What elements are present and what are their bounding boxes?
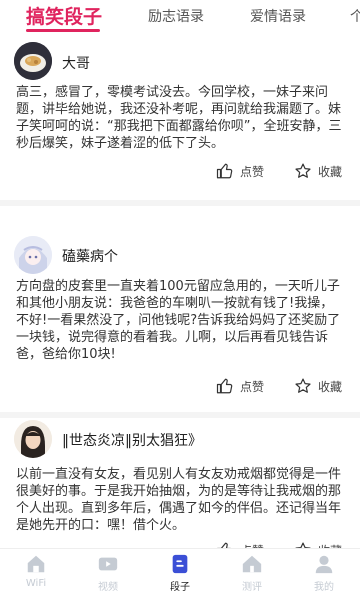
avatar-person-image [14,420,52,458]
favorite-button[interactable]: 收藏 [294,162,342,180]
thumbs-up-icon [216,163,233,179]
person-icon [315,555,333,574]
nav-review[interactable]: 测评 [222,553,282,593]
nav-label: 段子 [170,582,190,593]
nav-label: WiFi [25,578,47,589]
avatar[interactable] [14,236,52,274]
post-author[interactable]: ‖世态炎凉‖别太猖狂》 [62,430,202,450]
post-content: 以前一直没有女友，看见别人有女友劝戒烟都觉得是一件很美好的事。于是我开始抽烟，为… [16,467,342,533]
video-icon [98,557,118,571]
like-button[interactable]: 点赞 [216,377,264,395]
star-icon [295,163,311,178]
nav-wifi[interactable]: WiFi [6,553,66,589]
joke-feed[interactable]: 大哥 高三，感冒了，零模考试没去。今回学校，一妹子来问题，讲毕给她说，我还没补考… [0,34,360,548]
favorite-button[interactable]: 收藏 [294,541,342,548]
star-icon [295,542,311,548]
post-content: 方向盘的皮套里一直夹着100元留应急用的，一天听儿子和其他小朋友说：我爸爸的车喇… [16,279,341,362]
category-tabs: 搞笑段子 励志语录 爱情语录 个 [0,0,360,34]
favorite-button[interactable]: 收藏 [294,377,342,395]
nav-label: 视频 [98,582,118,593]
nav-label: 测评 [242,582,262,593]
like-label: 点赞 [240,379,265,394]
post-card: 大哥 高三，感冒了，零模考试没去。今回学校，一妹子来问题，讲毕给她说，我还没补考… [0,34,360,214]
avatar-anime-image [14,236,52,274]
favorite-label: 收藏 [318,164,343,179]
tab-love-quotes[interactable]: 爱情语录 [250,6,306,26]
tab-funny-jokes[interactable]: 搞笑段子 [26,2,102,29]
nav-label: 我的 [314,582,334,593]
tab-more[interactable]: 个 [350,6,360,26]
document-icon [172,554,188,574]
home-icon [27,555,45,573]
active-tab-indicator [26,29,100,32]
like-button[interactable]: 点赞 [216,162,264,180]
post-author[interactable]: 大哥 [62,53,90,73]
house-icon [242,555,262,573]
thumbs-up-icon [216,378,233,394]
star-icon [295,378,311,393]
post-card: 磕藥病个 方向盘的皮套里一直夹着100元留应急用的，一天听儿子和其他小朋友说：我… [0,206,360,402]
post-card: ‖世态炎凉‖别太猖狂》 以前一直没有女友，看见别人有女友劝戒烟都觉得是一件很美好… [0,418,360,548]
tab-inspirational-quotes[interactable]: 励志语录 [148,6,204,26]
avatar-food-image [14,42,52,80]
thumbs-up-icon [217,542,231,548]
favorite-label: 收藏 [318,379,343,394]
nav-profile[interactable]: 我的 [294,553,354,593]
avatar[interactable] [14,420,52,458]
like-label: 点赞 [240,164,265,179]
post-author[interactable]: 磕藥病个 [62,246,118,266]
post-content: 高三，感冒了，零模考试没去。今回学校，一妹子来问题，讲毕给她说，我还没补考呢，再… [16,85,342,151]
avatar[interactable] [14,42,52,80]
nav-video[interactable]: 视频 [78,553,138,593]
nav-jokes[interactable]: 段子 [150,553,210,593]
like-button[interactable]: 点赞 [216,541,264,548]
bottom-navigation: WiFi 视频 段子 测评 我的 [0,548,360,601]
